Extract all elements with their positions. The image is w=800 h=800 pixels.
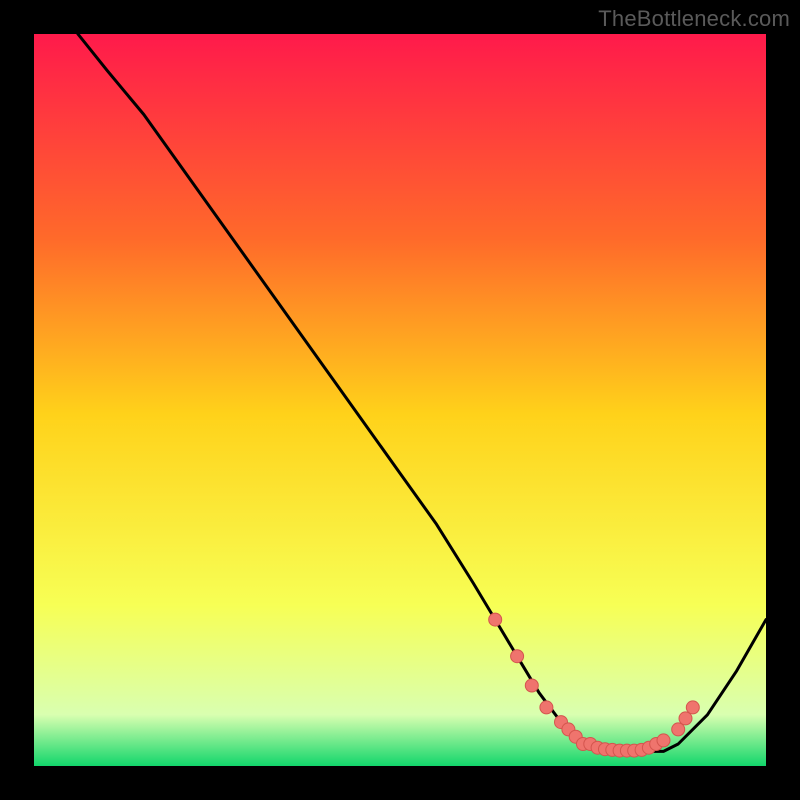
watermark-text: TheBottleneck.com [598, 6, 790, 32]
highlight-dot [686, 701, 699, 714]
highlight-dot [657, 734, 670, 747]
gradient-background [34, 34, 766, 766]
highlight-dot [540, 701, 553, 714]
chart-frame: TheBottleneck.com [0, 0, 800, 800]
highlight-dot [679, 712, 692, 725]
highlight-dot [511, 650, 524, 663]
highlight-dot [672, 723, 685, 736]
bottleneck-curve-plot [34, 34, 766, 766]
highlight-dot [489, 613, 502, 626]
highlight-dot [525, 679, 538, 692]
plot-area [34, 34, 766, 766]
